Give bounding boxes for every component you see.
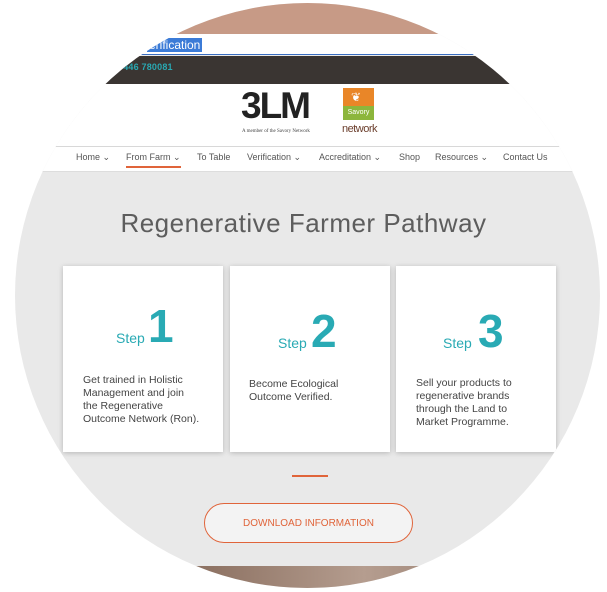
nav-from-farm[interactable]: From Farm ⌄ bbox=[126, 152, 181, 168]
site-logo[interactable]: 3LM bbox=[241, 86, 311, 126]
circular-frame: erification 7446 780081 3LM A member of … bbox=[15, 3, 600, 588]
savory-network-logo[interactable]: ❦ Savory bbox=[343, 88, 374, 124]
step-description: Become Ecological Outcome Verified. bbox=[249, 378, 339, 403]
step-number: 3 bbox=[478, 305, 504, 357]
footer-photo-strip bbox=[15, 566, 600, 588]
page-title: Regenerative Farmer Pathway bbox=[120, 208, 487, 238]
step-description: Get trained in Holistic Management and j… bbox=[83, 374, 200, 425]
download-information-button[interactable]: DOWNLOAD INFORMATION bbox=[204, 503, 413, 543]
savory-network-label: network bbox=[342, 123, 378, 135]
step-description: Sell your products to regenerative brand… bbox=[416, 377, 512, 428]
nav-home[interactable]: Home ⌄ bbox=[76, 152, 110, 163]
step-card-3: Step 3 Sell your products to regenerativ… bbox=[396, 266, 556, 452]
nav-contact-us[interactable]: Contact Us bbox=[503, 152, 548, 162]
logo-subtitle: A member of the Savory Network bbox=[242, 129, 310, 134]
step-card-1: Step 1 Get trained in Holistic Managemen… bbox=[63, 266, 223, 452]
nav-verification[interactable]: Verification ⌄ bbox=[247, 152, 301, 163]
header-photo-strip bbox=[15, 3, 600, 34]
section-divider bbox=[292, 475, 328, 477]
address-bar[interactable] bbox=[15, 34, 600, 55]
step-number: 2 bbox=[311, 305, 337, 357]
phone-number[interactable]: 7446 780081 bbox=[118, 62, 173, 72]
nav-shop[interactable]: Shop bbox=[399, 152, 420, 162]
top-contact-bar bbox=[15, 56, 600, 84]
address-bar-selection[interactable]: erification bbox=[147, 38, 203, 52]
nav-resources[interactable]: Resources ⌄ bbox=[435, 152, 488, 163]
step-label: Step bbox=[278, 335, 307, 351]
step-number: 1 bbox=[148, 300, 174, 352]
step-card-2: Step 2 Become Ecological Outcome Verifie… bbox=[230, 266, 390, 452]
step-label: Step bbox=[116, 330, 145, 346]
savory-logo-top: ❦ bbox=[343, 88, 374, 106]
step-label: Step bbox=[443, 335, 472, 351]
savory-logo-label: Savory bbox=[343, 106, 374, 120]
nav-to-table[interactable]: To Table bbox=[197, 152, 230, 162]
nav-accreditation[interactable]: Accreditation ⌄ bbox=[319, 152, 381, 163]
grass-icon: ❦ bbox=[351, 90, 362, 104]
